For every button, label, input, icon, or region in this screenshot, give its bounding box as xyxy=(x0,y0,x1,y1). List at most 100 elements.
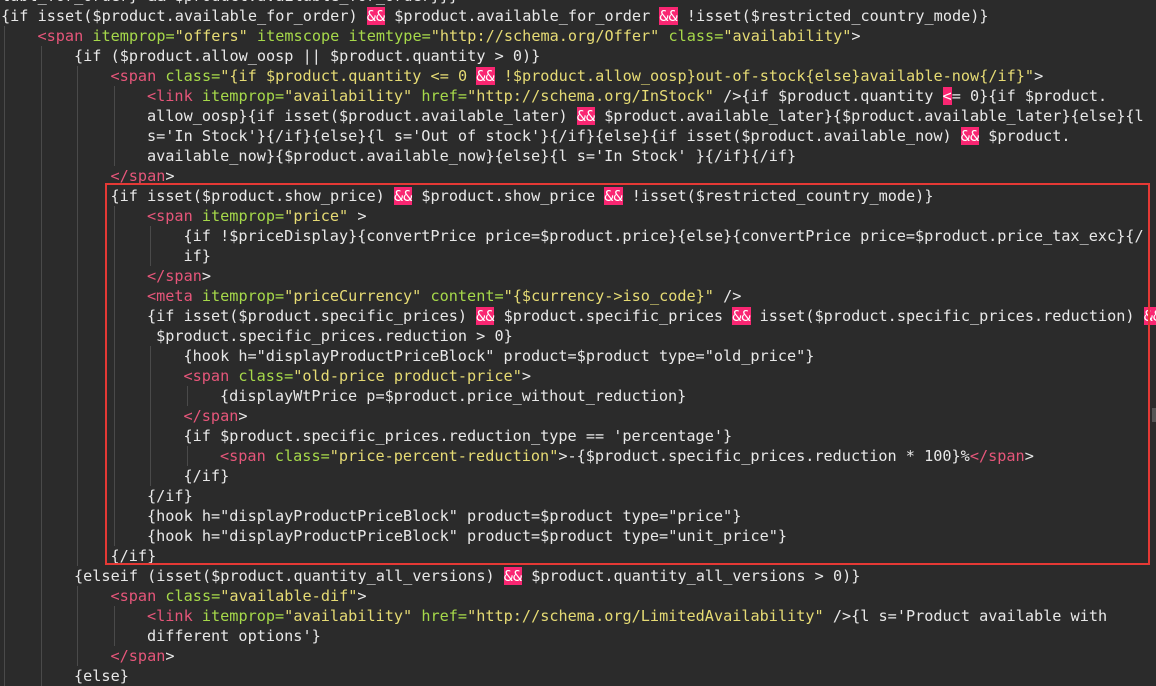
code-line[interactable]: if} xyxy=(0,246,1156,266)
code-token: > xyxy=(357,587,367,605)
code-line[interactable]: <span class="price-percent-reduction">-{… xyxy=(0,446,1156,466)
code-line-content: available_now}{$product.available_now}{e… xyxy=(147,146,796,166)
code-token: && xyxy=(1143,307,1156,325)
code-line[interactable]: </span> xyxy=(0,406,1156,426)
indent-guide xyxy=(77,106,78,126)
code-line[interactable]: {/if} xyxy=(0,486,1156,506)
code-line[interactable]: <link itemprop="availability" href="http… xyxy=(0,606,1156,626)
code-line-content: {if ($product.allow_oosp || $product.qua… xyxy=(74,46,540,66)
indent-guide xyxy=(40,346,42,366)
code-line-content: {else} xyxy=(74,666,129,686)
code-line[interactable]: s='In Stock'}{/if}{else}{l s='Out of sto… xyxy=(0,126,1156,146)
indent-guide xyxy=(4,506,5,526)
code-editor[interactable]: labl_for_order} && $product.available_fo… xyxy=(0,0,1156,686)
code-line[interactable]: </span> xyxy=(0,166,1156,186)
code-token: "http://schema.org/Offer" xyxy=(430,27,660,45)
indent-guide xyxy=(4,226,5,246)
scrollbar-thumb[interactable] xyxy=(1152,408,1156,422)
code-token: > xyxy=(238,407,248,425)
indent-guide xyxy=(77,186,78,206)
code-token: && xyxy=(732,307,751,325)
indent-guide xyxy=(113,466,115,486)
indent-guide xyxy=(77,626,78,646)
code-line[interactable]: {if ($product.allow_oosp || $product.qua… xyxy=(0,46,1156,66)
code-token: </span xyxy=(110,647,166,665)
code-token: different options'} xyxy=(147,627,321,645)
code-token: "http://schema.org/LimitedAvailability" xyxy=(467,607,824,625)
code-line-content: <span itemprop="price" > xyxy=(147,206,366,226)
code-line[interactable]: <link itemprop="availability" href="http… xyxy=(0,86,1156,106)
code-line[interactable]: {if isset($product.specific_prices) && $… xyxy=(0,306,1156,326)
code-line[interactable]: {hook h="displayProductPriceBlock" produ… xyxy=(0,346,1156,366)
code-line[interactable]: <span itemprop="price" > xyxy=(0,206,1156,226)
code-token: {hook h="displayProductPriceBlock" produ… xyxy=(183,347,815,365)
indent-guide xyxy=(40,446,42,466)
code-token: </span xyxy=(183,407,239,425)
indent-guide xyxy=(113,306,115,326)
code-line[interactable]: {elseif (isset($product.quantity_all_ver… xyxy=(0,566,1156,586)
indent-guide xyxy=(77,406,78,426)
code-line[interactable]: {if isset($product.available_for_order) … xyxy=(0,6,1156,26)
code-token: "{if $product.quantity <= 0 xyxy=(220,67,477,85)
code-line[interactable]: {/if} xyxy=(0,466,1156,486)
code-token: && xyxy=(503,567,523,585)
code-line[interactable]: <span class="available-dif"> xyxy=(0,586,1156,606)
indent-guide xyxy=(40,46,42,66)
indent-guide xyxy=(40,326,42,346)
indent-guide xyxy=(40,366,42,386)
indent-guide xyxy=(77,486,78,506)
code-line[interactable]: {displayWtPrice p=$product.price_without… xyxy=(0,386,1156,406)
code-line[interactable]: {hook h="displayProductPriceBlock" produ… xyxy=(0,526,1156,546)
code-line[interactable]: $product.specific_prices.reduction > 0} xyxy=(0,326,1156,346)
code-line[interactable]: different options'} xyxy=(0,626,1156,646)
indent-guide xyxy=(4,626,5,646)
code-token: && xyxy=(393,187,413,205)
code-line[interactable]: available_now}{$product.available_now}{e… xyxy=(0,146,1156,166)
indent-guide xyxy=(4,26,5,46)
code-line[interactable]: </span> xyxy=(0,646,1156,666)
indent-guide xyxy=(4,246,5,266)
code-token: itemprop= xyxy=(201,207,285,225)
code-line[interactable]: {hook h="displayProductPriceBlock" produ… xyxy=(0,506,1156,526)
code-line[interactable]: <span itemprop="offers" itemscope itemty… xyxy=(0,26,1156,46)
code-line[interactable]: {else} xyxy=(0,666,1156,686)
code-token: {/if} xyxy=(110,547,157,565)
code-line[interactable]: <span class="{if $product.quantity <= 0 … xyxy=(0,66,1156,86)
code-token: <span xyxy=(183,367,230,385)
code-token: "offers" xyxy=(174,27,248,45)
code-token: "old-price product-price" xyxy=(293,367,522,385)
code-token: itemprop= xyxy=(201,87,285,105)
indent-guide xyxy=(113,506,115,526)
code-token: href= xyxy=(421,87,468,105)
code-line[interactable]: {if !$priceDisplay}{convertPrice price=$… xyxy=(0,226,1156,246)
indent-guide xyxy=(77,226,78,246)
indent-guide xyxy=(40,426,42,446)
indent-guide xyxy=(40,86,42,106)
code-token: class= xyxy=(668,27,724,45)
code-line[interactable]: {if isset($product.show_price) && $produ… xyxy=(0,186,1156,206)
indent-guide xyxy=(40,286,42,306)
code-line[interactable]: <span class="old-price product-price"> xyxy=(0,366,1156,386)
code-line[interactable]: allow_oosp}{if isset($product.available_… xyxy=(0,106,1156,126)
code-line[interactable]: {if $product.specific_prices.reduction_t… xyxy=(0,426,1156,446)
code-token: </span xyxy=(147,267,202,285)
code-token: $product.quantity_all_versions > 0)} xyxy=(522,567,861,585)
code-line[interactable]: </span> xyxy=(0,266,1156,286)
code-token: </span xyxy=(110,167,166,185)
code-token: {if !$priceDisplay}{convertPrice price=$… xyxy=(183,227,1144,245)
code-token: itemscope xyxy=(256,27,340,45)
indent-guide xyxy=(40,626,42,646)
indent-guide xyxy=(77,506,78,526)
indent-guide xyxy=(77,606,78,626)
code-line-content: {if isset($product.available_for_order) … xyxy=(1,6,989,26)
code-line[interactable]: <meta itemprop="priceCurrency" content="… xyxy=(0,286,1156,306)
code-line[interactable]: {/if} xyxy=(0,546,1156,566)
indent-guide xyxy=(40,206,42,226)
indent-guide xyxy=(4,566,5,586)
code-token: $product.specific_prices.reduction > 0} xyxy=(147,327,513,345)
code-token: s='In Stock'}{/if}{else}{l s='Out of sto… xyxy=(147,127,961,145)
